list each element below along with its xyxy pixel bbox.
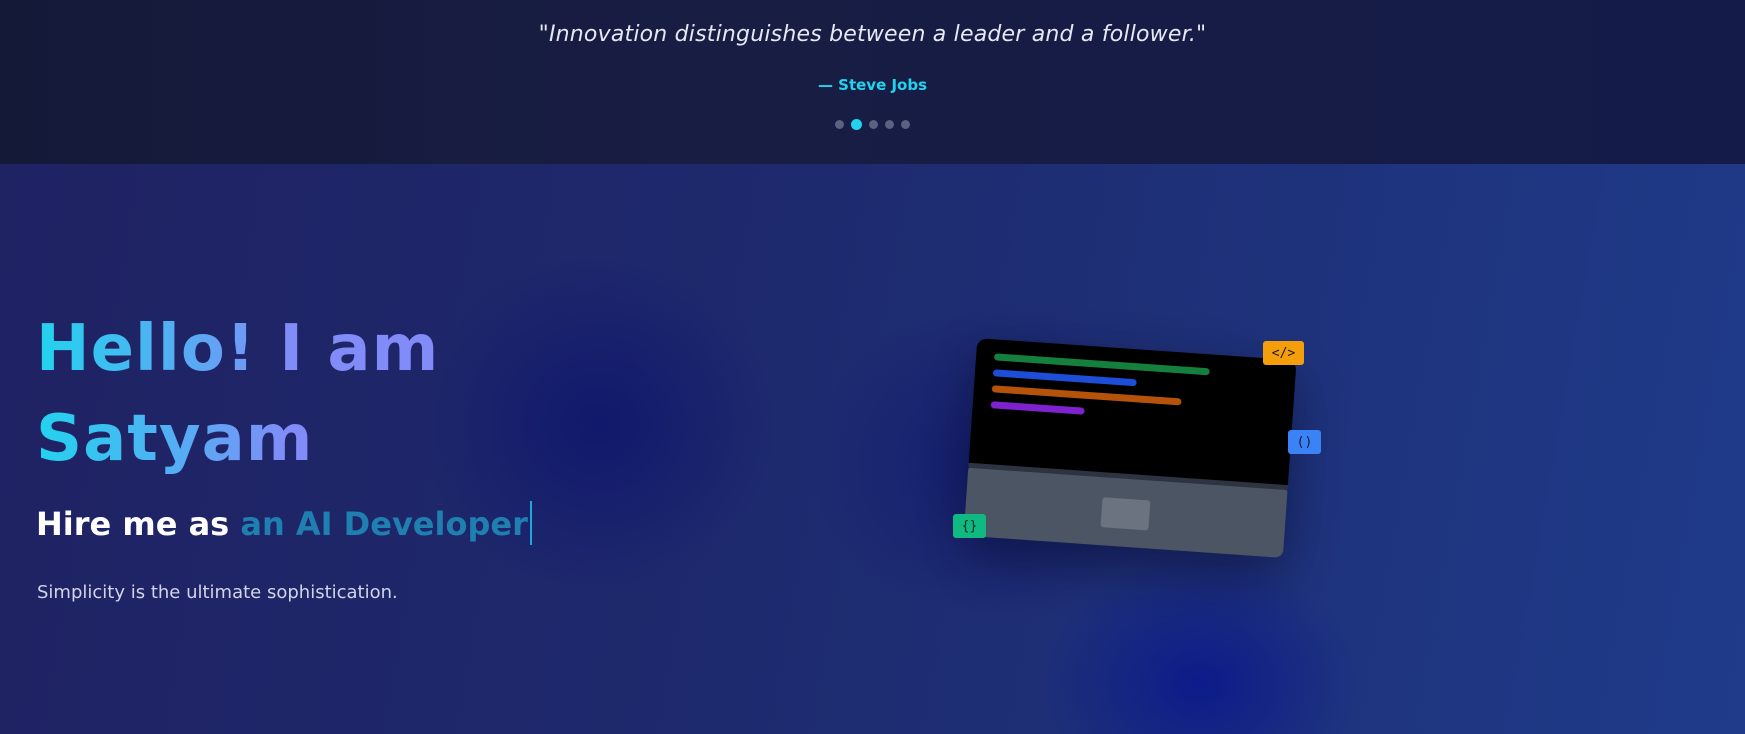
typed-role: an AI Developer	[240, 505, 528, 543]
hero-section: Hello! I am Satyam Hire me as an AI Deve…	[0, 164, 1745, 734]
typing-caret	[529, 501, 532, 545]
carousel-dot-3[interactable]	[869, 120, 878, 129]
parens-badge: ()	[1288, 430, 1321, 454]
carousel-dot-1[interactable]	[835, 120, 844, 129]
code-line-2	[992, 369, 1137, 387]
hero-tagline: Simplicity is the ultimate sophisticatio…	[37, 582, 398, 603]
quote-text: "Innovation distinguishes between a lead…	[538, 22, 1207, 47]
hire-prefix: Hire me as	[36, 505, 241, 543]
carousel-dot-5[interactable]	[901, 120, 910, 129]
laptop-screen	[968, 338, 1297, 491]
quote-banner: "Innovation distinguishes between a lead…	[0, 0, 1745, 164]
laptop-illustration	[960, 338, 1300, 569]
hire-line: Hire me as an AI Developer	[36, 500, 532, 548]
hero-title: Hello! I am Satyam	[36, 304, 456, 484]
html-tag-badge: </>	[1263, 341, 1304, 365]
carousel-dots	[0, 119, 1745, 130]
laptop	[963, 338, 1297, 560]
carousel-dot-2[interactable]	[851, 119, 862, 130]
braces-badge: {}	[953, 514, 986, 538]
touchpad	[1100, 497, 1151, 531]
carousel-dot-4[interactable]	[885, 120, 894, 129]
quote-author: — Steve Jobs	[817, 76, 928, 94]
code-line-4	[990, 401, 1085, 415]
